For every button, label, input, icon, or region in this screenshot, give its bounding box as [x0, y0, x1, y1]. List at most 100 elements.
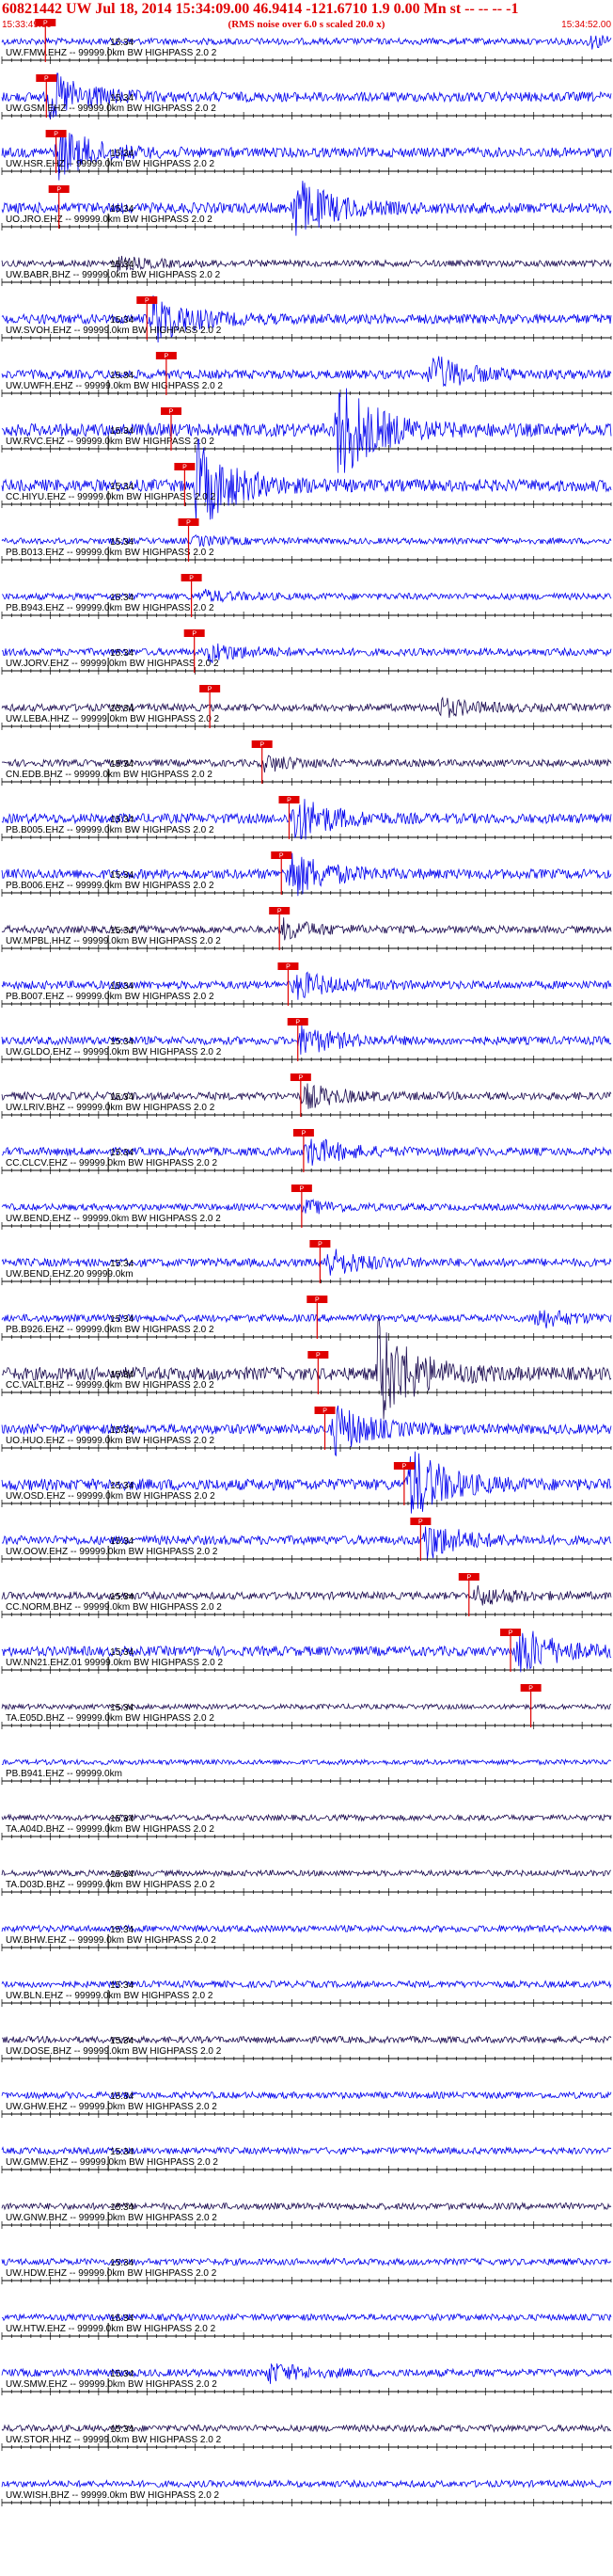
- station-label: UW.MPBL.HHZ -- 99999.0km BW HIGHPASS 2.0…: [6, 936, 221, 946]
- station-label: UW.GLDO.EHZ -- 99999.0km BW HIGHPASS 2.0…: [6, 1047, 222, 1057]
- minute-tick-label: 15:34: [110, 204, 134, 215]
- pick-label: P: [165, 354, 169, 360]
- seismogram-trace: [1, 2257, 612, 2266]
- pick-label: P: [316, 1353, 321, 1360]
- minute-tick-label: 15:34: [110, 1869, 134, 1880]
- minute-tick-label: 15:34: [110, 2036, 134, 2046]
- minute-tick-label: 15:34: [110, 2425, 134, 2435]
- station-label: CN.EDB.BHZ -- 99999.0km BW HIGHPASS 2.0 …: [6, 770, 212, 780]
- minute-tick-label: 15:34: [110, 1703, 134, 1713]
- pick-label: P: [277, 909, 282, 915]
- minute-tick-label: 15:34: [110, 260, 134, 270]
- seismogram-trace: [1, 1868, 612, 1878]
- station-label: CC.VALT.BHZ -- 99999.0km BW HIGHPASS 2.0…: [6, 1380, 214, 1391]
- minute-tick-label: 15:34: [110, 1647, 134, 1658]
- station-label: UW.FMW.EHZ -- 99999.0km BW HIGHPASS 2.0 …: [6, 48, 217, 58]
- station-label: UW.NN21.EHZ.01 99999.0km BW HIGHPASS 2.0…: [6, 1658, 223, 1668]
- seismogram-trace: [1, 1451, 612, 1514]
- pick-label: P: [43, 21, 48, 27]
- minute-tick-label: 15:34: [110, 1592, 134, 1602]
- pick-label: P: [192, 631, 196, 638]
- station-label: UW.SMW.EHZ -- 99999.0km BW HIGHPASS 2.0 …: [6, 2379, 217, 2390]
- station-label: UW.GHW.EHZ -- 99999.0km BW HIGHPASS 2.0 …: [6, 2102, 217, 2112]
- seismogram-chart: UW.FMW.EHZ -- 99999.0km BW HIGHPASS 2.0 …: [1, 19, 612, 2506]
- pick-label: P: [44, 76, 49, 83]
- minute-tick-label: 15:34: [110, 704, 134, 714]
- seismogram-trace: [1, 2313, 612, 2322]
- pick-label: P: [300, 1186, 305, 1193]
- pick-label: P: [56, 187, 61, 194]
- station-label: PB.B943.EHZ -- 99999.0km BW HIGHPASS 2.0…: [6, 603, 214, 613]
- seismogram-trace: [1, 1980, 612, 1989]
- minute-tick-label: 15:34: [110, 1092, 134, 1103]
- minute-tick-label: 15:34: [110, 2258, 134, 2268]
- minute-tick-label: 15:34: [110, 93, 134, 103]
- seismogram-trace: [1, 2202, 612, 2211]
- minute-tick-label: 15:34: [110, 537, 134, 548]
- station-label: UW.OSD.EHZ -- 99999.0km BW HIGHPASS 2.0 …: [6, 1491, 215, 1502]
- minute-tick-label: 15:34: [110, 149, 134, 159]
- seismogram-trace: [2, 2035, 612, 2044]
- pick-label: P: [402, 1464, 407, 1471]
- minute-tick-label: 15:34: [110, 648, 134, 659]
- pick-label: P: [287, 798, 291, 804]
- minute-tick-label: 15:34: [110, 1481, 134, 1491]
- station-label: UW.LRIV.BHZ -- 99999.0km BW HIGHPASS 2.0…: [6, 1103, 215, 1113]
- pick-label: P: [145, 298, 149, 305]
- station-label: UW.RVC.EHZ -- 99999.0km BW HIGHPASS 2.0 …: [6, 437, 214, 447]
- seismogram-trace: [1, 438, 612, 521]
- minute-tick-label: 15:34: [110, 1425, 134, 1436]
- seismogram-trace: [1, 1757, 612, 1766]
- seismogram-trace: [1, 2479, 612, 2489]
- station-label: UW.STOR.HHZ -- 99999.0km BW HIGHPASS 2.0…: [6, 2435, 222, 2445]
- pick-label: P: [528, 1686, 533, 1693]
- minute-tick-label: 15:34: [110, 870, 134, 881]
- minute-tick-label: 15:34: [110, 1814, 134, 1824]
- minute-tick-label: 15:34: [110, 1037, 134, 1047]
- pick-label: P: [54, 132, 58, 138]
- minute-tick-label: 15:34: [110, 482, 134, 492]
- station-label: UO.JRO.EHZ -- 99999.0km BW HIGHPASS 2.0 …: [6, 215, 212, 225]
- pick-label: P: [259, 742, 264, 749]
- pick-label: P: [286, 964, 291, 971]
- pick-label: P: [186, 520, 191, 527]
- pick-label: P: [418, 1519, 423, 1526]
- seismogram-trace: [1, 2091, 612, 2100]
- station-label: CC.NORM.BHZ -- 99999.0km BW HIGHPASS 2.0…: [6, 1602, 222, 1613]
- station-label: UW.DOSE.BHZ -- 99999.0km BW HIGHPASS 2.0…: [6, 2046, 222, 2057]
- pick-label: P: [182, 465, 187, 471]
- minute-tick-label: 15:34: [110, 426, 134, 437]
- pick-label: P: [318, 1242, 322, 1248]
- minute-tick-label: 15:34: [110, 981, 134, 992]
- minute-tick-label: 15:34: [110, 2202, 134, 2213]
- minute-tick-label: 15:34: [110, 1925, 134, 1935]
- station-label: UW.LEBA.HHZ -- 99999.0km BW HIGHPASS 2.0…: [6, 714, 220, 724]
- seismogram-trace: [1, 2424, 612, 2433]
- station-label: UW.GMW.EHZ -- 99999.0km BW HIGHPASS 2.0 …: [6, 2157, 218, 2168]
- station-label: TA.E05D.BHZ -- 99999.0km BW HIGHPASS 2.0…: [6, 1713, 214, 1724]
- station-label: UW.HSR.EHZ -- 99999.0km BW HIGHPASS 2.0 …: [6, 159, 215, 169]
- station-label: UW.BLN.EHZ -- 99999.0km BW HIGHPASS 2.0 …: [6, 1991, 213, 2001]
- pick-label: P: [208, 687, 212, 693]
- station-label: UW.BEND.EHZ -- 99999.0km BW HIGHPASS 2.0…: [6, 1214, 221, 1224]
- minute-tick-label: 15:34: [110, 1259, 134, 1269]
- station-label: UW.UWFH.EHZ -- 99999.0km BW HIGHPASS 2.0…: [6, 381, 223, 391]
- seismogram-trace: [1, 1924, 612, 1933]
- minute-tick-label: 15:34: [110, 38, 134, 48]
- station-label: PB.B007.EHZ -- 99999.0km BW HIGHPASS 2.0…: [6, 992, 214, 1002]
- seismogram-trace: [1, 2145, 612, 2155]
- station-label: UW.BABR.BHZ -- 99999.0km BW HIGHPASS 2.0…: [6, 270, 221, 280]
- station-label: UW.HDW.EHZ -- 99999.0km BW HIGHPASS 2.0 …: [6, 2268, 217, 2279]
- minute-tick-label: 15:34: [110, 2369, 134, 2379]
- seismogram-trace: [1, 1702, 612, 1711]
- station-label: UW.BHW.EHZ -- 99999.0km BW HIGHPASS 2.0 …: [6, 1935, 216, 1946]
- seismogram-trace: [1, 1199, 612, 1215]
- station-label: UW.WISH.BHZ -- 99999.0km BW HIGHPASS 2.0…: [6, 2490, 220, 2501]
- station-label: UW.JORV.EHZ -- 99999.0km BW HIGHPASS 2.0…: [6, 659, 219, 669]
- seismogram-trace: [1, 130, 612, 181]
- seismogram-trace: [1, 388, 612, 473]
- pick-label: P: [279, 853, 284, 860]
- station-label: PB.B006.EHZ -- 99999.0km BW HIGHPASS 2.0…: [6, 881, 214, 891]
- station-label: UW.HTW.EHZ -- 99999.0km BW HIGHPASS 2.0 …: [6, 2324, 216, 2334]
- seismogram-trace: [1, 588, 612, 603]
